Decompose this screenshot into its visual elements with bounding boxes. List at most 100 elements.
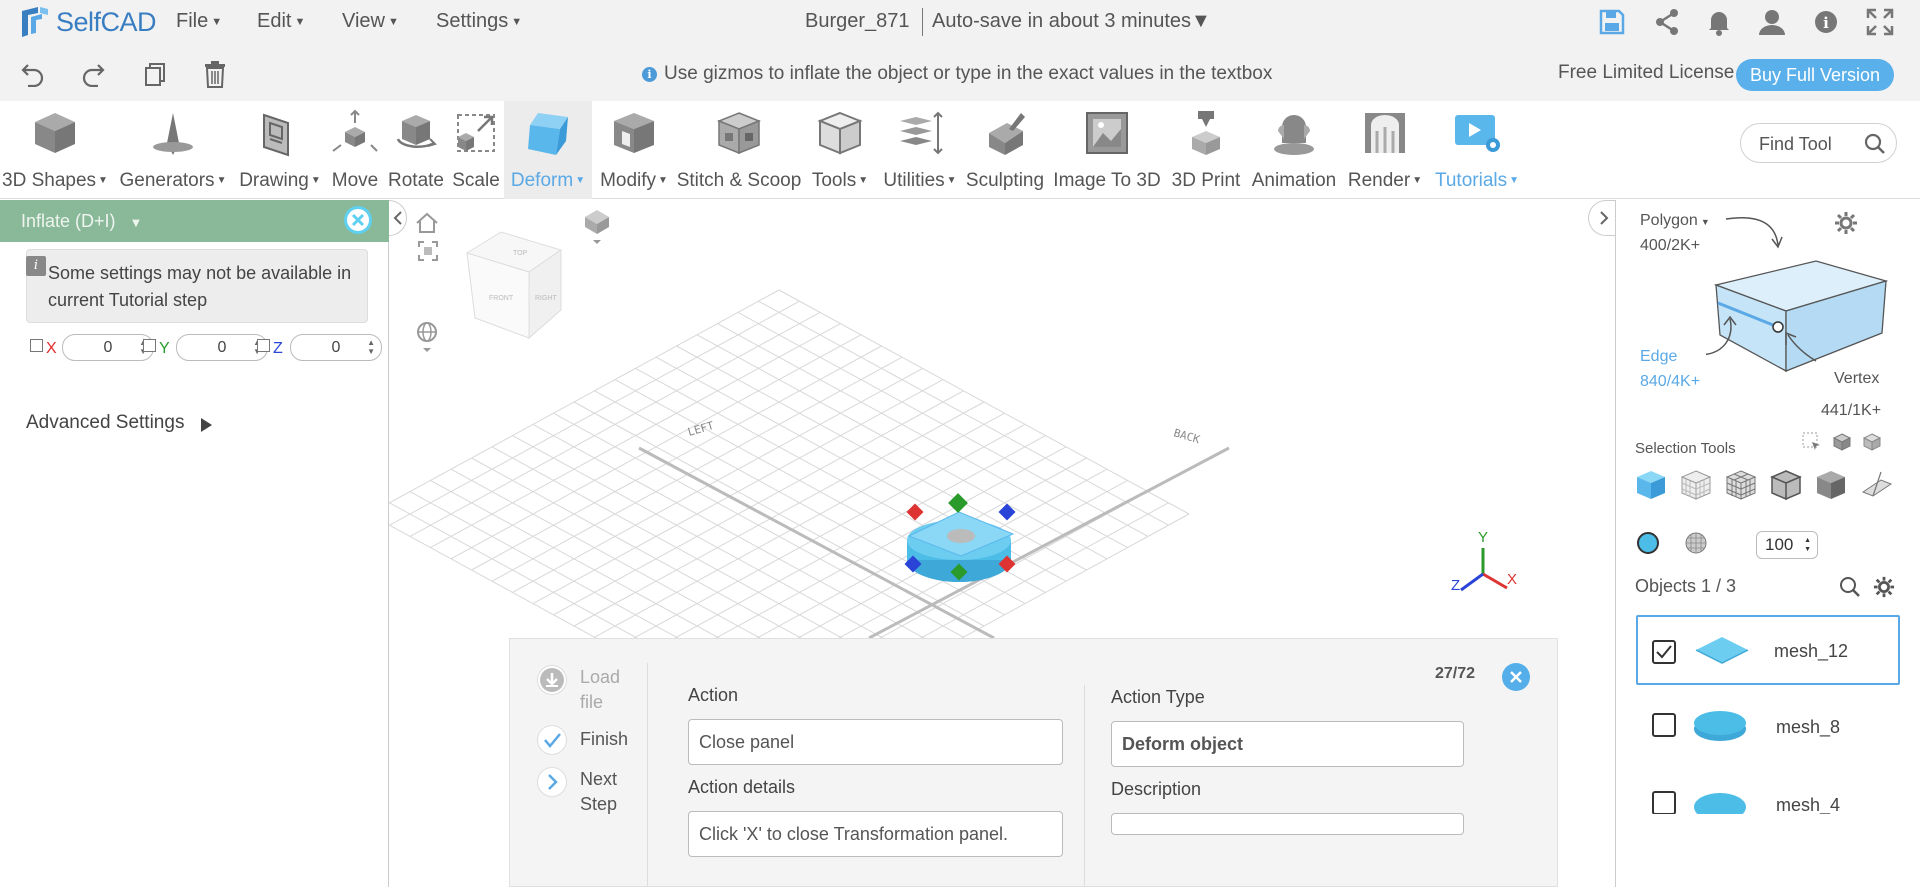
spinner-arrows-icon[interactable]: ▲▼	[1804, 536, 1811, 554]
select-all-icon[interactable]	[1862, 432, 1882, 452]
brush-sphere-icon[interactable]	[1637, 532, 1659, 554]
tool-animation[interactable]: Animation	[1246, 101, 1342, 199]
expand-triangle-icon[interactable]	[201, 418, 212, 432]
camera-view-icon[interactable]	[583, 208, 611, 250]
load-file-button[interactable]	[537, 665, 567, 695]
action-type-field[interactable]: Deform object	[1111, 721, 1464, 767]
object-visibility-checkbox[interactable]	[1652, 713, 1676, 737]
select-vertices-icon[interactable]	[1814, 468, 1848, 502]
brush-mesh-icon[interactable]	[1684, 531, 1708, 555]
edge-mode-label[interactable]: Edge	[1640, 348, 1677, 366]
buy-full-version-button[interactable]: Buy Full Version	[1736, 59, 1894, 91]
help-icon[interactable]: i	[1813, 8, 1839, 36]
tool-deform[interactable]: Deform ▼	[504, 101, 592, 199]
save-icon[interactable]	[1599, 8, 1625, 36]
tool-scale-label: Scale	[452, 170, 500, 191]
zoom-fit-icon[interactable]	[417, 240, 439, 262]
selection-mode-illustration[interactable]	[1706, 215, 1896, 375]
select-object-icon[interactable]	[1634, 468, 1668, 502]
object-visibility-checkbox[interactable]	[1652, 791, 1676, 814]
tool-tools[interactable]: Tools ▼	[804, 101, 876, 199]
tool-stitch-scoop[interactable]: Stitch & Scoop	[674, 101, 804, 199]
share-icon[interactable]	[1654, 8, 1680, 36]
tool-tutorials[interactable]: Tutorials ▼	[1428, 101, 1526, 199]
drawing-icon	[263, 113, 289, 157]
object-visibility-checkbox[interactable]	[1652, 640, 1676, 664]
select-polygons-icon[interactable]	[1724, 468, 1758, 502]
action-details-field[interactable]: Click 'X' to close Transformation panel.	[688, 811, 1063, 857]
vertex-mode-label[interactable]: Vertex	[1834, 370, 1879, 388]
x-axis-checkbox[interactable]	[30, 339, 43, 352]
advanced-settings-toggle[interactable]: Advanced Settings	[26, 412, 184, 434]
notification-bell-icon[interactable]	[1706, 8, 1732, 36]
tool-move[interactable]: Move	[326, 101, 384, 199]
tool-rotate[interactable]: Rotate	[384, 101, 448, 199]
find-tool-input[interactable]: Find Tool	[1740, 123, 1897, 163]
select-plane-icon[interactable]	[1859, 468, 1893, 502]
z-axis-checkbox[interactable]	[257, 339, 270, 352]
modify-icon	[614, 113, 654, 153]
home-view-icon[interactable]	[415, 212, 439, 234]
tool-image-to-3d[interactable]: Image To 3D	[1050, 101, 1164, 199]
panel-title[interactable]: Inflate (D+I) ▼	[21, 211, 142, 232]
menu-edit[interactable]: Edit ▼	[257, 10, 305, 33]
polygon-mode-dropdown[interactable]: Polygon ▼	[1640, 212, 1710, 230]
y-axis-checkbox[interactable]	[143, 339, 156, 352]
tool-render[interactable]: Render ▼	[1344, 101, 1426, 199]
fullscreen-icon[interactable]	[1866, 8, 1894, 36]
tool-3d-print[interactable]: 3D Print	[1166, 101, 1246, 199]
tutorial-actions: Load file Finish Next Step	[510, 639, 647, 887]
chevron-down-icon: ▼	[1509, 175, 1520, 187]
z-value: 0	[331, 339, 341, 356]
user-icon[interactable]	[1758, 8, 1786, 36]
gear-icon[interactable]	[1873, 576, 1895, 598]
tool-sculpting[interactable]: Sculpting	[964, 101, 1046, 199]
close-panel-button[interactable]	[344, 206, 372, 234]
tool-3d-shapes[interactable]: 3D Shapes ▼	[0, 101, 110, 199]
chevron-down-icon: ▼	[946, 175, 957, 187]
y-value-input[interactable]: 0▲▼	[176, 334, 268, 361]
x-value-input[interactable]: 0▲▼	[62, 334, 154, 361]
utilities-icon	[900, 111, 943, 155]
object-row-mesh-4[interactable]: mesh_4	[1636, 771, 1900, 814]
menu-file[interactable]: File ▼	[176, 10, 222, 33]
menu-settings[interactable]: Settings ▼	[436, 10, 522, 33]
view-cube-front: FRONT	[489, 295, 514, 302]
object-row-mesh-12[interactable]: mesh_12	[1636, 615, 1900, 685]
select-cursor-icon[interactable]	[1802, 432, 1822, 452]
download-icon	[540, 668, 564, 692]
axis-gizmo: Y X Z	[1451, 529, 1517, 594]
perspective-toggle-icon[interactable]	[415, 322, 439, 356]
undo-icon[interactable]	[20, 61, 46, 87]
brush-size-input[interactable]: 100 ▲ ▼	[1756, 531, 1818, 559]
tool-drawing[interactable]: Drawing ▼	[234, 101, 326, 199]
menu-view-label: View	[342, 10, 385, 32]
copy-icon[interactable]	[142, 61, 168, 87]
object-row-mesh-8[interactable]: mesh_8	[1636, 693, 1900, 763]
next-step-button[interactable]	[537, 767, 567, 797]
tool-utilities[interactable]: Utilities ▼	[876, 101, 964, 199]
select-faces-icon[interactable]	[1679, 468, 1713, 502]
close-tutorial-button[interactable]	[1502, 663, 1530, 691]
select-edges-icon[interactable]	[1769, 468, 1803, 502]
z-value-input[interactable]: 0 ▲ ▼	[290, 334, 382, 361]
tool-modify[interactable]: Modify ▼	[594, 101, 674, 199]
search-icon[interactable]	[1839, 576, 1861, 598]
finish-button[interactable]	[537, 725, 567, 755]
tool-generators[interactable]: Generators ▼	[114, 101, 232, 199]
selfcad-logo[interactable]: SelfCAD	[18, 4, 157, 40]
spinner-arrows-icon[interactable]: ▲▼	[367, 338, 375, 356]
document-title[interactable]: Burger_871	[805, 10, 910, 33]
redo-icon[interactable]	[80, 61, 106, 87]
tool-scale[interactable]: Scale	[448, 101, 504, 199]
search-icon[interactable]	[1864, 133, 1886, 155]
autosave-dropdown[interactable]: Auto-save in about 3 minutes▼	[932, 10, 1211, 33]
select-box-icon[interactable]	[1832, 432, 1852, 452]
polygon-count: 400/2K+	[1640, 237, 1701, 254]
description-field[interactable]	[1111, 813, 1464, 835]
action-field[interactable]: Close panel	[688, 719, 1063, 765]
view-cube-top: TOP	[513, 250, 528, 257]
delete-trash-icon[interactable]	[202, 59, 228, 89]
menu-view[interactable]: View ▼	[342, 10, 399, 33]
view-cube[interactable]: TOP FRONT RIGHT	[465, 231, 563, 340]
